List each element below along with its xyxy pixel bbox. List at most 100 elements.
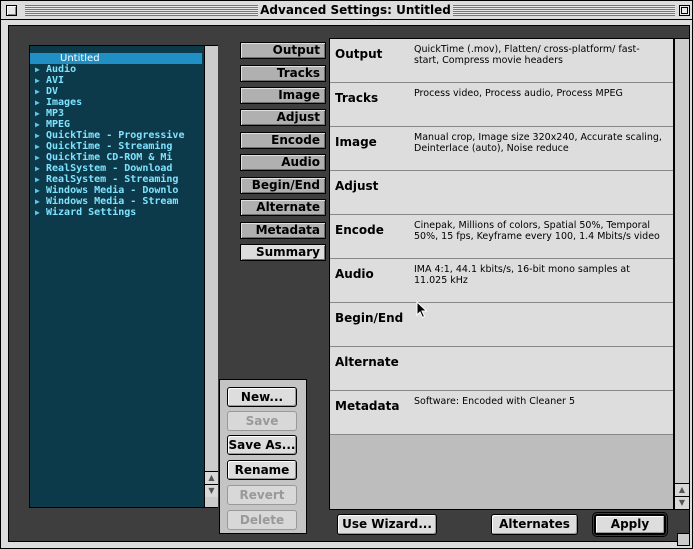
title-bar-stripes: [453, 5, 675, 16]
window-title: Advanced Settings: Untitled: [258, 3, 453, 17]
save-as-button[interactable]: Save As...: [227, 435, 297, 455]
summary-row-label: Metadata: [335, 399, 400, 413]
summary-row-audio: Audio IMA 4:1, 44.1 kbits/s, 16-bit mono…: [330, 259, 673, 303]
disclosure-triangle-icon[interactable]: ▶: [30, 152, 46, 163]
delete-button[interactable]: Delete: [227, 510, 297, 530]
summary-row-image: Image Manual crop, Image size 320x240, A…: [330, 127, 673, 171]
list-item-quicktime-progressive[interactable]: ▶ QuickTime - Progressive: [30, 130, 202, 141]
list-item-label: QuickTime - Streaming: [46, 141, 173, 152]
list-item-label: MP3: [46, 108, 65, 119]
resize-grip-icon[interactable]: [677, 533, 690, 546]
zoom-box-icon[interactable]: [679, 5, 690, 16]
disclosure-triangle-icon[interactable]: ▶: [30, 196, 46, 207]
tab-image[interactable]: Image: [240, 87, 326, 104]
list-item-label: Untitled: [60, 53, 100, 64]
summary-row-alternate: Alternate: [330, 347, 673, 391]
summary-row-metadata: Metadata Software: Encoded with Cleaner …: [330, 391, 673, 435]
scroll-down-arrow-icon[interactable]: ▼: [205, 484, 218, 497]
scroll-up-arrow-icon[interactable]: ▲: [205, 471, 218, 484]
list-item-label: QuickTime - Progressive: [46, 130, 185, 141]
disclosure-triangle-icon[interactable]: ▶: [30, 75, 46, 86]
tab-alternate[interactable]: Alternate: [240, 199, 326, 216]
summary-row-value: Process video, Process audio, Process MP…: [414, 88, 623, 99]
rename-button[interactable]: Rename: [227, 460, 297, 480]
summary-row-label: Adjust: [335, 179, 379, 193]
tab-adjust[interactable]: Adjust: [240, 109, 326, 126]
list-item-label: DV: [46, 86, 59, 97]
list-item-avi[interactable]: ▶ AVI: [30, 75, 202, 86]
summary-row-label: Alternate: [335, 355, 399, 369]
list-item-label: QuickTime CD-ROM & Mi: [46, 152, 173, 163]
revert-button[interactable]: Revert: [227, 485, 297, 505]
tab-metadata[interactable]: Metadata: [240, 222, 326, 239]
summary-row-adjust: Adjust: [330, 171, 673, 215]
summary-row-tracks: Tracks Process video, Process audio, Pro…: [330, 83, 673, 127]
summary-row-label: Image: [335, 135, 377, 149]
summary-row-encode: Encode Cinepak, Millions of colors, Spat…: [330, 215, 673, 259]
tab-encode[interactable]: Encode: [240, 132, 326, 149]
summary-row-output: Output QuickTime (.mov), Flatten/ cross-…: [330, 39, 673, 83]
summary-panel: Output QuickTime (.mov), Flatten/ cross-…: [329, 38, 674, 510]
list-item-dv[interactable]: ▶ DV: [30, 86, 202, 97]
summary-row-value: IMA 4:1, 44.1 kbits/s, 16-bit mono sampl…: [414, 264, 630, 286]
tab-audio[interactable]: Audio: [240, 154, 326, 171]
scroll-up-arrow-icon[interactable]: ▲: [675, 483, 689, 496]
list-item-wizard-settings[interactable]: ▶ Wizard Settings: [30, 207, 202, 218]
summary-row-label: Encode: [335, 223, 384, 237]
disclosure-triangle-icon[interactable]: ▶: [30, 108, 46, 119]
list-item-label: Windows Media - Downlo: [46, 185, 179, 196]
summary-row-label: Begin/End: [335, 311, 404, 325]
disclosure-triangle-icon[interactable]: ▶: [30, 185, 46, 196]
summary-row-label: Audio: [335, 267, 374, 281]
list-item-mp3[interactable]: ▶ MP3: [30, 108, 202, 119]
settings-list[interactable]: Untitled ▶ Audio ▶ AVI ▶ DV ▶ Images ▶ MP3 ▶ M…: [29, 45, 218, 508]
title-bar[interactable]: Advanced Settings: Untitled: [1, 1, 692, 20]
list-item-label: Images: [46, 97, 83, 108]
tab-begin-end[interactable]: Begin/End: [240, 177, 326, 194]
list-item-untitled[interactable]: Untitled: [30, 53, 202, 64]
summary-row-value: QuickTime (.mov), Flatten/ cross-platfor…: [414, 44, 640, 66]
disclosure-triangle-icon[interactable]: ▶: [30, 174, 46, 185]
scroll-down-arrow-icon[interactable]: ▼: [675, 496, 689, 509]
list-item-realsystem-streaming[interactable]: ▶ RealSystem - Streaming: [30, 174, 202, 185]
tab-tracks[interactable]: Tracks: [240, 65, 326, 82]
alternates-button[interactable]: Alternates: [491, 514, 578, 535]
arrow-cursor-icon: [416, 301, 428, 319]
summary-row-value: Manual crop, Image size 320x240, Accurat…: [414, 132, 662, 154]
disclosure-triangle-icon[interactable]: ▶: [30, 141, 46, 152]
disclosure-triangle-icon[interactable]: ▶: [30, 97, 46, 108]
disclosure-triangle-icon[interactable]: ▶: [30, 163, 46, 174]
list-item-mpeg[interactable]: ▶ MPEG: [30, 119, 202, 130]
list-item-label: RealSystem - Download: [46, 163, 173, 174]
disclosure-triangle-icon[interactable]: ▶: [30, 119, 46, 130]
use-wizard-button[interactable]: Use Wizard...: [337, 514, 437, 535]
disclosure-triangle-icon[interactable]: ▶: [30, 86, 46, 97]
disclosure-triangle-icon[interactable]: ▶: [30, 64, 46, 75]
disclosure-triangle-icon[interactable]: ▶: [30, 207, 46, 218]
new-button[interactable]: New...: [227, 387, 297, 407]
title-bar-stripes: [25, 5, 258, 16]
list-item-images[interactable]: ▶ Images: [30, 97, 202, 108]
tab-summary[interactable]: Summary: [240, 244, 326, 261]
summary-row-begin-end: Begin/End: [330, 303, 673, 347]
apply-button[interactable]: Apply: [592, 512, 668, 537]
list-item-realsystem-download[interactable]: ▶ RealSystem - Download: [30, 163, 202, 174]
list-item-quicktime-streaming[interactable]: ▶ QuickTime - Streaming: [30, 141, 202, 152]
summary-row-label: Output: [335, 47, 383, 61]
list-item-label: Windows Media - Stream: [46, 196, 179, 207]
close-box-icon[interactable]: [6, 5, 17, 16]
settings-list-scrollbar[interactable]: ▲ ▼: [204, 46, 218, 507]
summary-scrollbar[interactable]: ▲ ▼: [674, 38, 690, 510]
disclosure-triangle-icon[interactable]: ▶: [30, 130, 46, 141]
save-button[interactable]: Save: [227, 411, 297, 431]
summary-row-value: Cinepak, Millions of colors, Spatial 50%…: [414, 220, 660, 242]
list-item-windows-media-streaming[interactable]: ▶ Windows Media - Stream: [30, 196, 202, 207]
list-item-label: AVI: [46, 75, 65, 86]
list-item-quicktime-cdrom[interactable]: ▶ QuickTime CD-ROM & Mi: [30, 152, 202, 163]
list-item-label: RealSystem - Streaming: [46, 174, 179, 185]
summary-row-label: Tracks: [335, 91, 379, 105]
list-item-audio[interactable]: ▶ Audio: [30, 64, 202, 75]
list-item-windows-media-download[interactable]: ▶ Windows Media - Downlo: [30, 185, 202, 196]
advanced-settings-window: Advanced Settings: Untitled Untitled ▶ Au…: [0, 0, 693, 549]
tab-output[interactable]: Output: [240, 42, 326, 59]
